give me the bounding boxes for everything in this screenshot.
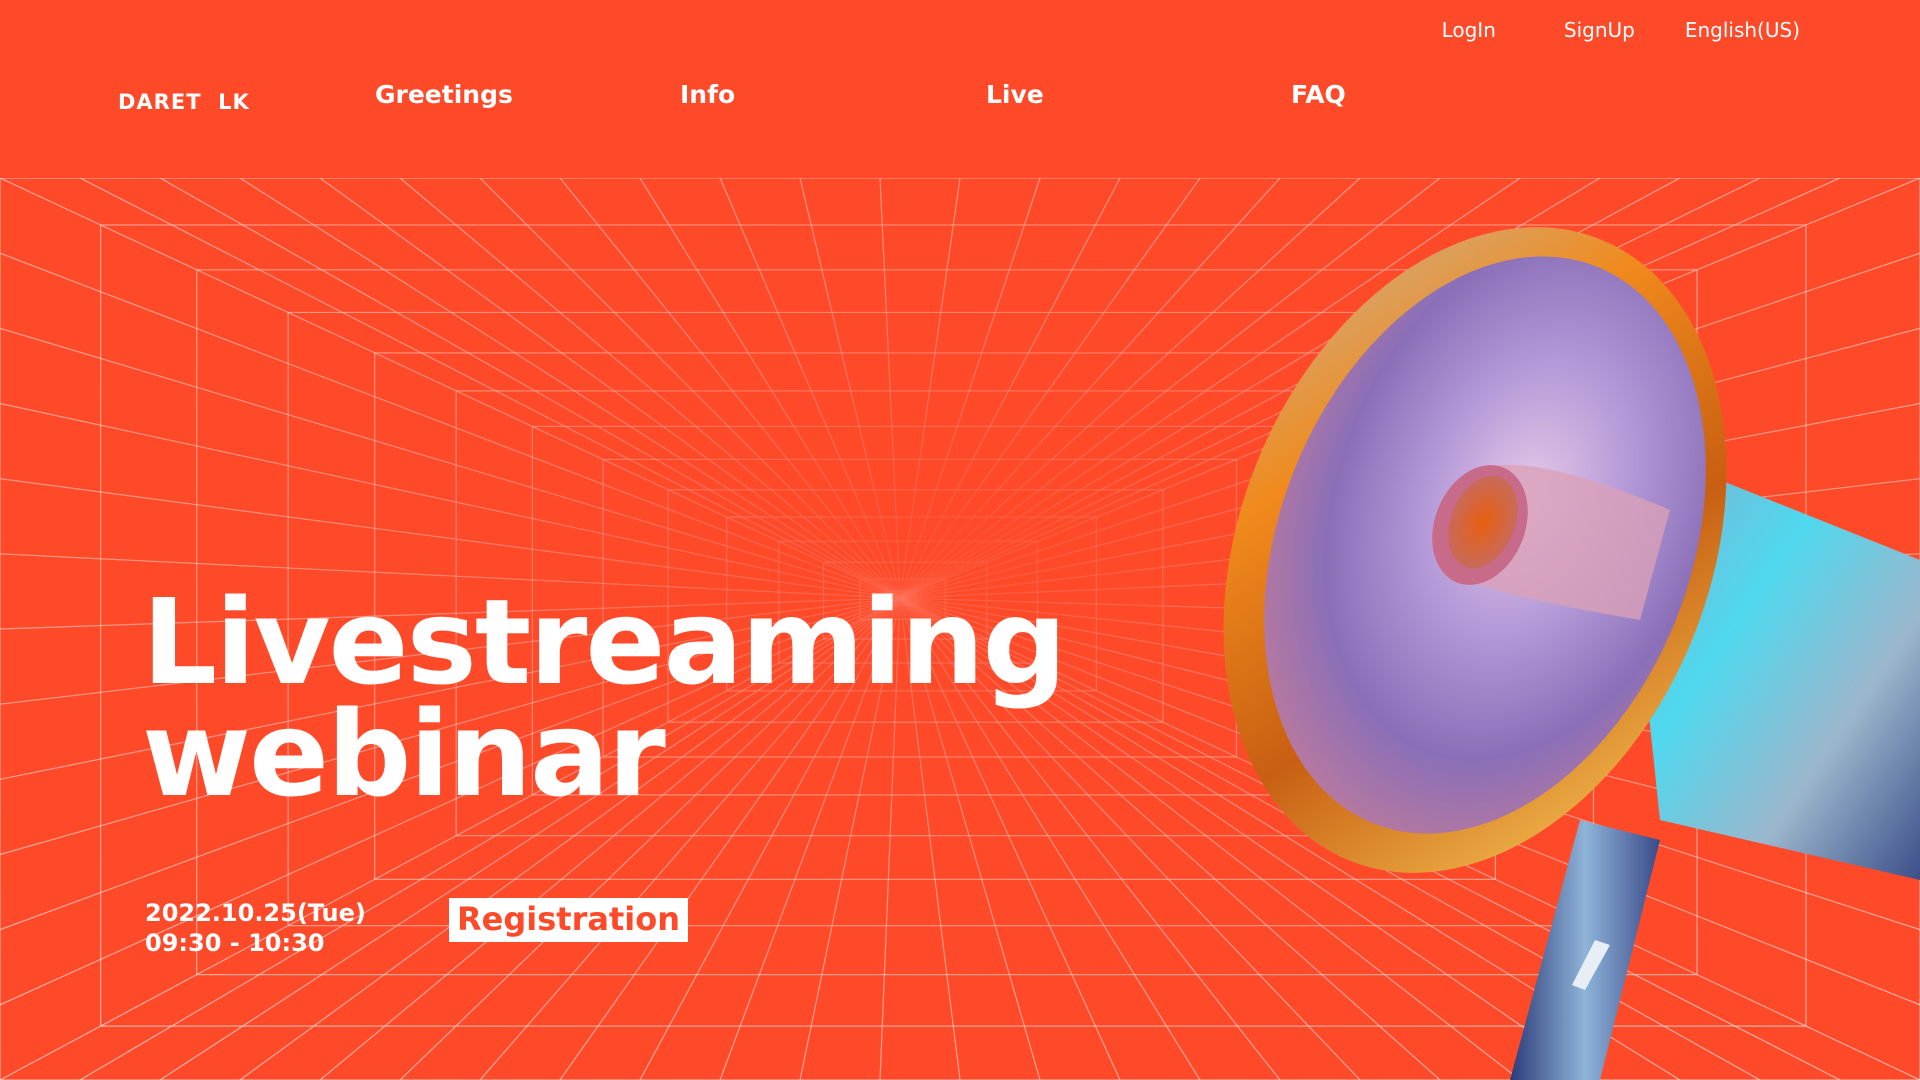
hero-title-line1: Livestreaming [142,573,1067,711]
event-date: 2022.10.25(Tue) [145,899,366,927]
nav-faq[interactable]: FAQ [1291,80,1346,109]
signup-link[interactable]: SignUp [1564,18,1635,42]
login-link[interactable]: LogIn [1442,18,1496,42]
registration-button[interactable]: Registration [449,898,688,942]
top-utility-links: LogIn SignUp English(US) [1442,18,1800,42]
landing-page: LogIn SignUp English(US) DARET LK Greeti… [0,0,1920,1080]
event-datetime: 2022.10.25(Tue) 09:30 - 10:30 [145,898,366,958]
logo[interactable]: DARET LK [118,90,250,114]
megaphone-handle [1510,820,1660,1080]
megaphone-icon [1223,227,1920,1080]
event-time: 09:30 - 10:30 [145,929,325,957]
hero-title: Livestreaming webinar [142,573,1067,823]
hero-title-line2: webinar [142,685,666,823]
nav-greetings[interactable]: Greetings [375,80,513,109]
nav-live[interactable]: Live [986,80,1044,109]
nav-info[interactable]: Info [680,80,735,109]
language-selector[interactable]: English(US) [1685,18,1800,42]
